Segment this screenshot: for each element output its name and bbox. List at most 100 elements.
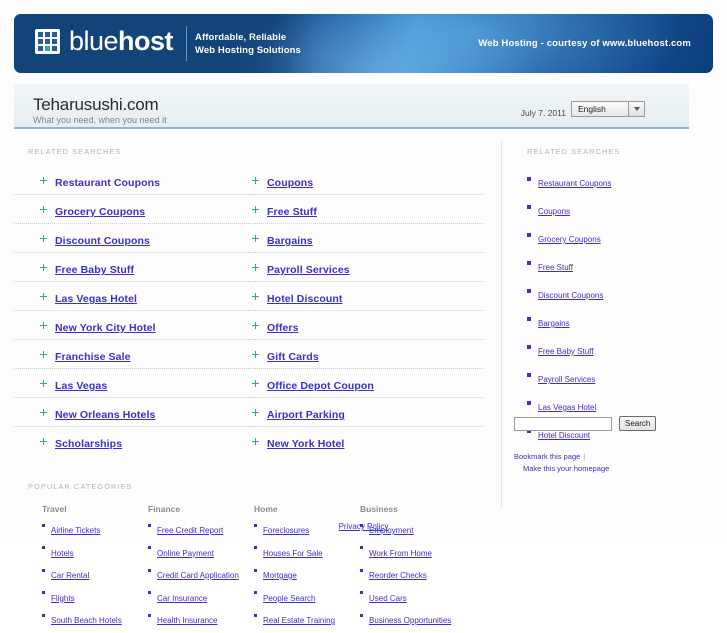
search-button[interactable]: Search <box>619 416 657 431</box>
list-item[interactable]: Las Vegas Hotel <box>527 397 695 415</box>
category-link[interactable]: Flights <box>51 594 75 603</box>
related-search-link[interactable]: Las Vegas Hotel <box>55 293 137 305</box>
list-item[interactable]: Used Cars <box>360 588 466 606</box>
list-item[interactable]: South Beach Hotels <box>42 610 148 628</box>
related-search-link[interactable]: Offers <box>267 322 299 334</box>
category-link[interactable]: Credit Card Application <box>157 571 239 580</box>
list-item[interactable]: Free Stuff <box>249 202 484 224</box>
related-search-link[interactable]: Discount Coupons <box>55 235 150 247</box>
list-item[interactable]: Gift Cards <box>249 347 484 369</box>
list-item[interactable]: Online Payment <box>148 543 254 561</box>
related-search-link[interactable]: Grocery Coupons <box>55 206 145 218</box>
list-item[interactable]: Mortgage <box>254 565 360 583</box>
list-item[interactable]: Coupons <box>249 173 484 195</box>
make-homepage-link[interactable]: Make this your homepage <box>523 464 609 473</box>
list-item[interactable]: Hotels <box>42 543 148 561</box>
list-item[interactable]: Hotel Discount <box>249 289 484 311</box>
category-link[interactable]: Houses For Sale <box>263 549 323 558</box>
sidebar-link[interactable]: Free Stuff <box>538 263 573 272</box>
list-item[interactable]: Discount Coupons <box>14 231 249 253</box>
related-search-link[interactable]: Coupons <box>267 177 313 189</box>
list-item[interactable]: Houses For Sale <box>254 543 360 561</box>
related-search-link[interactable]: Hotel Discount <box>267 293 342 305</box>
related-search-link[interactable]: Las Vegas <box>55 380 107 392</box>
list-item[interactable]: Office Depot Coupon <box>249 376 484 398</box>
category-link[interactable]: Real Estate Training <box>263 616 335 625</box>
related-search-link[interactable]: Free Baby Stuff <box>55 264 134 276</box>
category-link[interactable]: Health Insurance <box>157 616 217 625</box>
sidebar-link[interactable]: Discount Coupons <box>538 291 603 300</box>
related-search-link[interactable]: Payroll Services <box>267 264 350 276</box>
bluehost-logo[interactable]: bluehost <box>35 28 174 55</box>
list-item[interactable]: Offers <box>249 318 484 340</box>
related-search-link[interactable]: Restaurant Coupons <box>55 177 160 189</box>
list-item[interactable]: New York City Hotel <box>14 318 249 340</box>
sidebar-link[interactable]: Free Baby Stuff <box>538 347 593 356</box>
bookmark-page-link[interactable]: Bookmark this page <box>514 452 580 461</box>
sidebar-heading: RELATED SEARCHES <box>527 147 621 156</box>
list-item[interactable]: Car Rental <box>42 565 148 583</box>
list-item[interactable]: Work From Home <box>360 543 466 561</box>
sidebar-link[interactable]: Hotel Discount <box>538 431 590 440</box>
sidebar-link[interactable]: Coupons <box>538 207 570 216</box>
category-link[interactable]: Mortgage <box>263 571 297 580</box>
list-item[interactable]: Payroll Services <box>527 369 695 387</box>
list-item[interactable]: Payroll Services <box>249 260 484 282</box>
category-link[interactable]: Used Cars <box>369 594 407 603</box>
list-item[interactable]: Free Baby Stuff <box>527 341 695 359</box>
list-item[interactable]: Health Insurance <box>148 610 254 628</box>
list-item[interactable]: Discount Coupons <box>527 285 695 303</box>
category-link[interactable]: Hotels <box>51 549 74 558</box>
chevron-down-icon[interactable] <box>628 101 645 117</box>
list-item[interactable]: Bargains <box>249 231 484 253</box>
list-item[interactable]: Business Opportunities <box>360 610 466 628</box>
list-item[interactable]: Restaurant Coupons <box>527 173 695 191</box>
category-link[interactable]: South Beach Hotels <box>51 616 122 625</box>
category-link[interactable]: Business Opportunities <box>369 616 451 625</box>
list-item[interactable]: Real Estate Training <box>254 610 360 628</box>
related-search-link[interactable]: Airport Parking <box>267 409 345 421</box>
sidebar-link[interactable]: Grocery Coupons <box>538 235 601 244</box>
language-select[interactable]: English <box>571 101 645 117</box>
list-item[interactable]: Free Baby Stuff <box>14 260 249 282</box>
related-search-link[interactable]: Free Stuff <box>267 206 317 218</box>
sidebar-link[interactable]: Las Vegas Hotel <box>538 403 596 412</box>
category-link[interactable]: Car Rental <box>51 571 89 580</box>
category-link[interactable]: People Search <box>263 594 315 603</box>
list-item[interactable]: Airport Parking <box>249 405 484 427</box>
search-input[interactable] <box>514 416 612 431</box>
related-search-link[interactable]: Gift Cards <box>267 351 319 363</box>
related-search-link[interactable]: Scholarships <box>55 438 122 450</box>
related-search-link[interactable]: New York City Hotel <box>55 322 156 334</box>
category-link[interactable]: Car Insurance <box>157 594 207 603</box>
list-item[interactable]: Grocery Coupons <box>527 229 695 247</box>
sidebar-link[interactable]: Restaurant Coupons <box>538 179 611 188</box>
list-item[interactable]: Credit Card Application <box>148 565 254 583</box>
list-item[interactable]: Reorder Checks <box>360 565 466 583</box>
related-search-link[interactable]: Office Depot Coupon <box>267 380 374 392</box>
list-item[interactable]: New Orleans Hotels <box>14 405 249 427</box>
category-link[interactable]: Reorder Checks <box>369 571 427 580</box>
privacy-policy-link[interactable]: Privacy Policy <box>339 522 389 531</box>
list-item[interactable]: Las Vegas <box>14 376 249 398</box>
list-item[interactable]: Flights <box>42 588 148 606</box>
list-item[interactable]: Scholarships <box>14 434 249 455</box>
related-search-link[interactable]: Bargains <box>267 235 313 247</box>
list-item[interactable]: Franchise Sale <box>14 347 249 369</box>
related-search-link[interactable]: New Orleans Hotels <box>55 409 155 421</box>
related-search-link[interactable]: New York Hotel <box>267 438 344 450</box>
list-item[interactable]: New York Hotel <box>249 434 484 455</box>
sidebar-link[interactable]: Payroll Services <box>538 375 595 384</box>
list-item[interactable]: Free Stuff <box>527 257 695 275</box>
list-item[interactable]: Grocery Coupons <box>14 202 249 224</box>
list-item[interactable]: Car Insurance <box>148 588 254 606</box>
related-search-link[interactable]: Franchise Sale <box>55 351 131 363</box>
list-item[interactable]: Restaurant Coupons <box>14 173 249 195</box>
list-item[interactable]: Coupons <box>527 201 695 219</box>
sidebar-link[interactable]: Bargains <box>538 319 570 328</box>
list-item[interactable]: Las Vegas Hotel <box>14 289 249 311</box>
list-item[interactable]: Bargains <box>527 313 695 331</box>
category-link[interactable]: Online Payment <box>157 549 214 558</box>
list-item[interactable]: People Search <box>254 588 360 606</box>
category-link[interactable]: Work From Home <box>369 549 432 558</box>
